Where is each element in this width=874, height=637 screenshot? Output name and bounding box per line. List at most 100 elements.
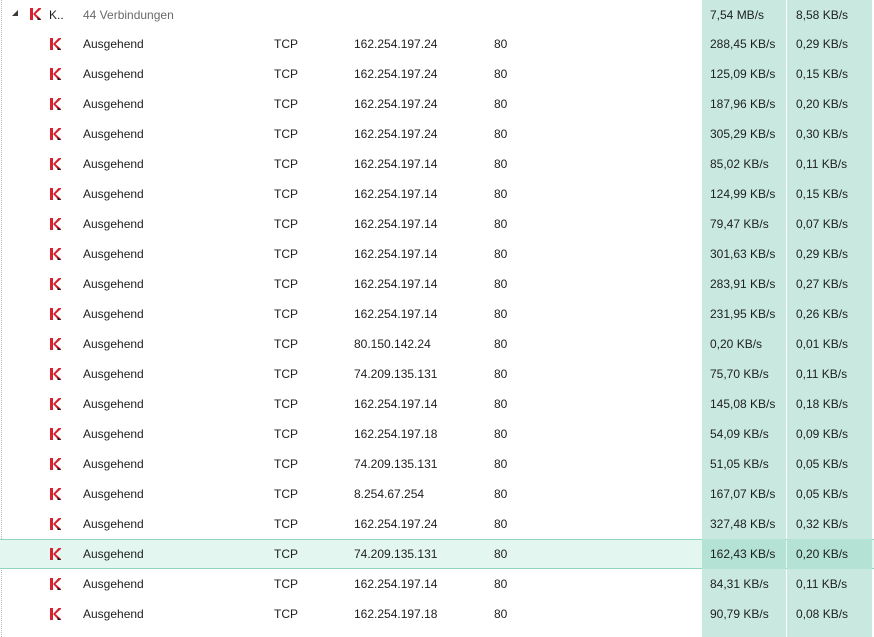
connection-row[interactable]: Ausgehend TCP 162.254.197.14 80 84,31 KB/s 0,…	[0, 569, 874, 599]
connection-row[interactable]: Ausgehend TCP 162.254.197.14 80 124,99 KB/s 0…	[0, 179, 874, 209]
kaspersky-k-icon	[50, 278, 61, 290]
port-cell: 80	[494, 367, 508, 381]
protocol-cell: TCP	[274, 577, 298, 591]
kaspersky-k-icon	[50, 458, 61, 470]
connection-row[interactable]: Ausgehend TCP 162.254.197.18 80 90,79 KB/s 0,…	[0, 599, 874, 629]
connection-row[interactable]: Ausgehend TCP 162.254.197.24 80 187,96 KB/s 0…	[0, 89, 874, 119]
protocol-cell: TCP	[274, 217, 298, 231]
remote-ip-cell: 162.254.197.24	[354, 67, 438, 81]
upload-rate-cell: 0,30 KB/s	[796, 127, 849, 141]
connection-row[interactable]: Ausgehend TCP 162.254.197.24 80 327,48 KB/s 0…	[0, 509, 874, 539]
connection-row[interactable]: Ausgehend TCP 162.254.197.18 80 54,09 KB/s 0,…	[0, 419, 874, 449]
connection-row[interactable]: Ausgehend TCP 8.254.67.254 80 167,07 KB/s 0,0…	[0, 479, 874, 509]
download-rate-cell: 125,09 KB/s	[710, 67, 776, 81]
direction-cell: Ausgehend	[83, 547, 144, 561]
remote-ip-cell: 80.150.142.24	[354, 337, 431, 351]
upload-rate-cell: 0,29 KB/s	[796, 37, 849, 51]
group-connection-count: 44 Verbindungen	[83, 8, 174, 22]
port-cell: 80	[494, 517, 508, 531]
port-cell: 80	[494, 457, 508, 471]
triangle-expanded-icon[interactable]	[12, 10, 18, 16]
upload-rate-cell: 0,01 KB/s	[796, 337, 849, 351]
connection-row[interactable]: Ausgehend TCP 74.209.135.131 80 162,43 KB/s 0…	[0, 539, 874, 569]
connection-row[interactable]: Ausgehend TCP 162.254.197.24 80 305,29 KB/s 0…	[0, 119, 874, 149]
remote-ip-cell: 74.209.135.131	[354, 547, 438, 561]
connection-row[interactable]: Ausgehend TCP 162.254.197.14 80 79,47 KB/s 0,…	[0, 209, 874, 239]
protocol-cell: TCP	[274, 607, 298, 621]
kaspersky-k-icon	[50, 488, 61, 500]
remote-ip-cell: 162.254.197.24	[354, 127, 438, 141]
direction-cell: Ausgehend	[83, 577, 144, 591]
kaspersky-k-icon	[50, 128, 61, 140]
download-rate-cell: 54,09 KB/s	[710, 427, 769, 441]
group-upload-total: 8,58 KB/s	[796, 8, 849, 22]
download-rate-cell: 231,95 KB/s	[710, 307, 776, 321]
port-cell: 80	[494, 337, 508, 351]
upload-rate-cell: 0,11 KB/s	[796, 367, 848, 381]
direction-cell: Ausgehend	[83, 97, 144, 111]
remote-ip-cell: 162.254.197.14	[354, 277, 438, 291]
connection-row[interactable]: Ausgehend TCP 162.254.197.14 80 231,95 KB/s 0…	[0, 299, 874, 329]
protocol-cell: TCP	[274, 187, 298, 201]
remote-ip-cell: 162.254.197.14	[354, 157, 438, 171]
upload-rate-cell: 0,15 KB/s	[796, 187, 849, 201]
port-cell: 80	[494, 487, 508, 501]
remote-ip-cell: 74.209.135.131	[354, 457, 438, 471]
direction-cell: Ausgehend	[83, 67, 144, 81]
direction-cell: Ausgehend	[83, 487, 144, 501]
protocol-cell: TCP	[274, 157, 298, 171]
protocol-cell: TCP	[274, 457, 298, 471]
upload-rate-cell: 0,18 KB/s	[796, 397, 849, 411]
protocol-cell: TCP	[274, 97, 298, 111]
upload-rate-cell: 0,11 KB/s	[796, 157, 848, 171]
group-header-row[interactable]: K.. 44 Verbindungen 7,54 MB/s 8,58 KB/s	[0, 0, 874, 30]
remote-ip-cell: 162.254.197.14	[354, 187, 438, 201]
kaspersky-k-icon	[50, 308, 61, 320]
connection-row[interactable]: Ausgehend TCP 162.254.197.14 80 145,08 KB/s 0…	[0, 389, 874, 419]
connection-row[interactable]: Ausgehend TCP 162.254.197.14 80 85,02 KB/s 0,…	[0, 149, 874, 179]
direction-cell: Ausgehend	[83, 127, 144, 141]
connection-row[interactable]: Ausgehend TCP 162.254.197.14 80 283,91 KB/s 0…	[0, 269, 874, 299]
protocol-cell: TCP	[274, 517, 298, 531]
kaspersky-k-icon	[50, 38, 61, 50]
direction-cell: Ausgehend	[83, 247, 144, 261]
protocol-cell: TCP	[274, 337, 298, 351]
remote-ip-cell: 162.254.197.18	[354, 607, 438, 621]
kaspersky-k-icon	[50, 368, 61, 380]
connection-row[interactable]: Ausgehend TCP 74.209.135.131 80 51,05 KB/s 0,…	[0, 449, 874, 479]
kaspersky-k-icon	[50, 98, 61, 110]
direction-cell: Ausgehend	[83, 307, 144, 321]
remote-ip-cell: 162.254.197.18	[354, 427, 438, 441]
remote-ip-cell: 162.254.197.14	[354, 577, 438, 591]
connection-row[interactable]: Ausgehend TCP 162.254.197.24 80 125,09 KB/s 0…	[0, 59, 874, 89]
remote-ip-cell: 162.254.197.14	[354, 307, 438, 321]
download-rate-cell: 84,31 KB/s	[710, 577, 769, 591]
remote-ip-cell: 162.254.197.14	[354, 397, 438, 411]
kaspersky-k-icon	[50, 518, 61, 530]
connection-row[interactable]: Ausgehend TCP 162.254.197.24 80 288,45 KB/s 0…	[0, 29, 874, 59]
direction-cell: Ausgehend	[83, 187, 144, 201]
kaspersky-k-icon	[50, 188, 61, 200]
group-name: K..	[49, 8, 64, 22]
connection-row[interactable]: Ausgehend TCP 80.150.142.24 80 0,20 KB/s 0,01…	[0, 329, 874, 359]
port-cell: 80	[494, 187, 508, 201]
group-download-total: 7,54 MB/s	[710, 8, 765, 22]
port-cell: 80	[494, 97, 508, 111]
connection-row[interactable]: Ausgehend TCP 162.254.197.14 80 301,63 KB/s 0…	[0, 239, 874, 269]
port-cell: 80	[494, 427, 508, 441]
port-cell: 80	[494, 397, 508, 411]
direction-cell: Ausgehend	[83, 517, 144, 531]
connection-row[interactable]: Ausgehend TCP 74.209.135.131 80 75,70 KB/s 0,…	[0, 359, 874, 389]
kaspersky-k-icon	[50, 218, 61, 230]
port-cell: 80	[494, 217, 508, 231]
direction-cell: Ausgehend	[83, 427, 144, 441]
download-rate-cell: 85,02 KB/s	[710, 157, 769, 171]
port-cell: 80	[494, 307, 508, 321]
download-rate-cell: 51,05 KB/s	[710, 457, 769, 471]
remote-ip-cell: 74.209.135.131	[354, 367, 438, 381]
direction-cell: Ausgehend	[83, 607, 144, 621]
protocol-cell: TCP	[274, 427, 298, 441]
upload-rate-cell: 0,20 KB/s	[796, 97, 849, 111]
direction-cell: Ausgehend	[83, 157, 144, 171]
upload-rate-cell: 0,07 KB/s	[796, 217, 849, 231]
